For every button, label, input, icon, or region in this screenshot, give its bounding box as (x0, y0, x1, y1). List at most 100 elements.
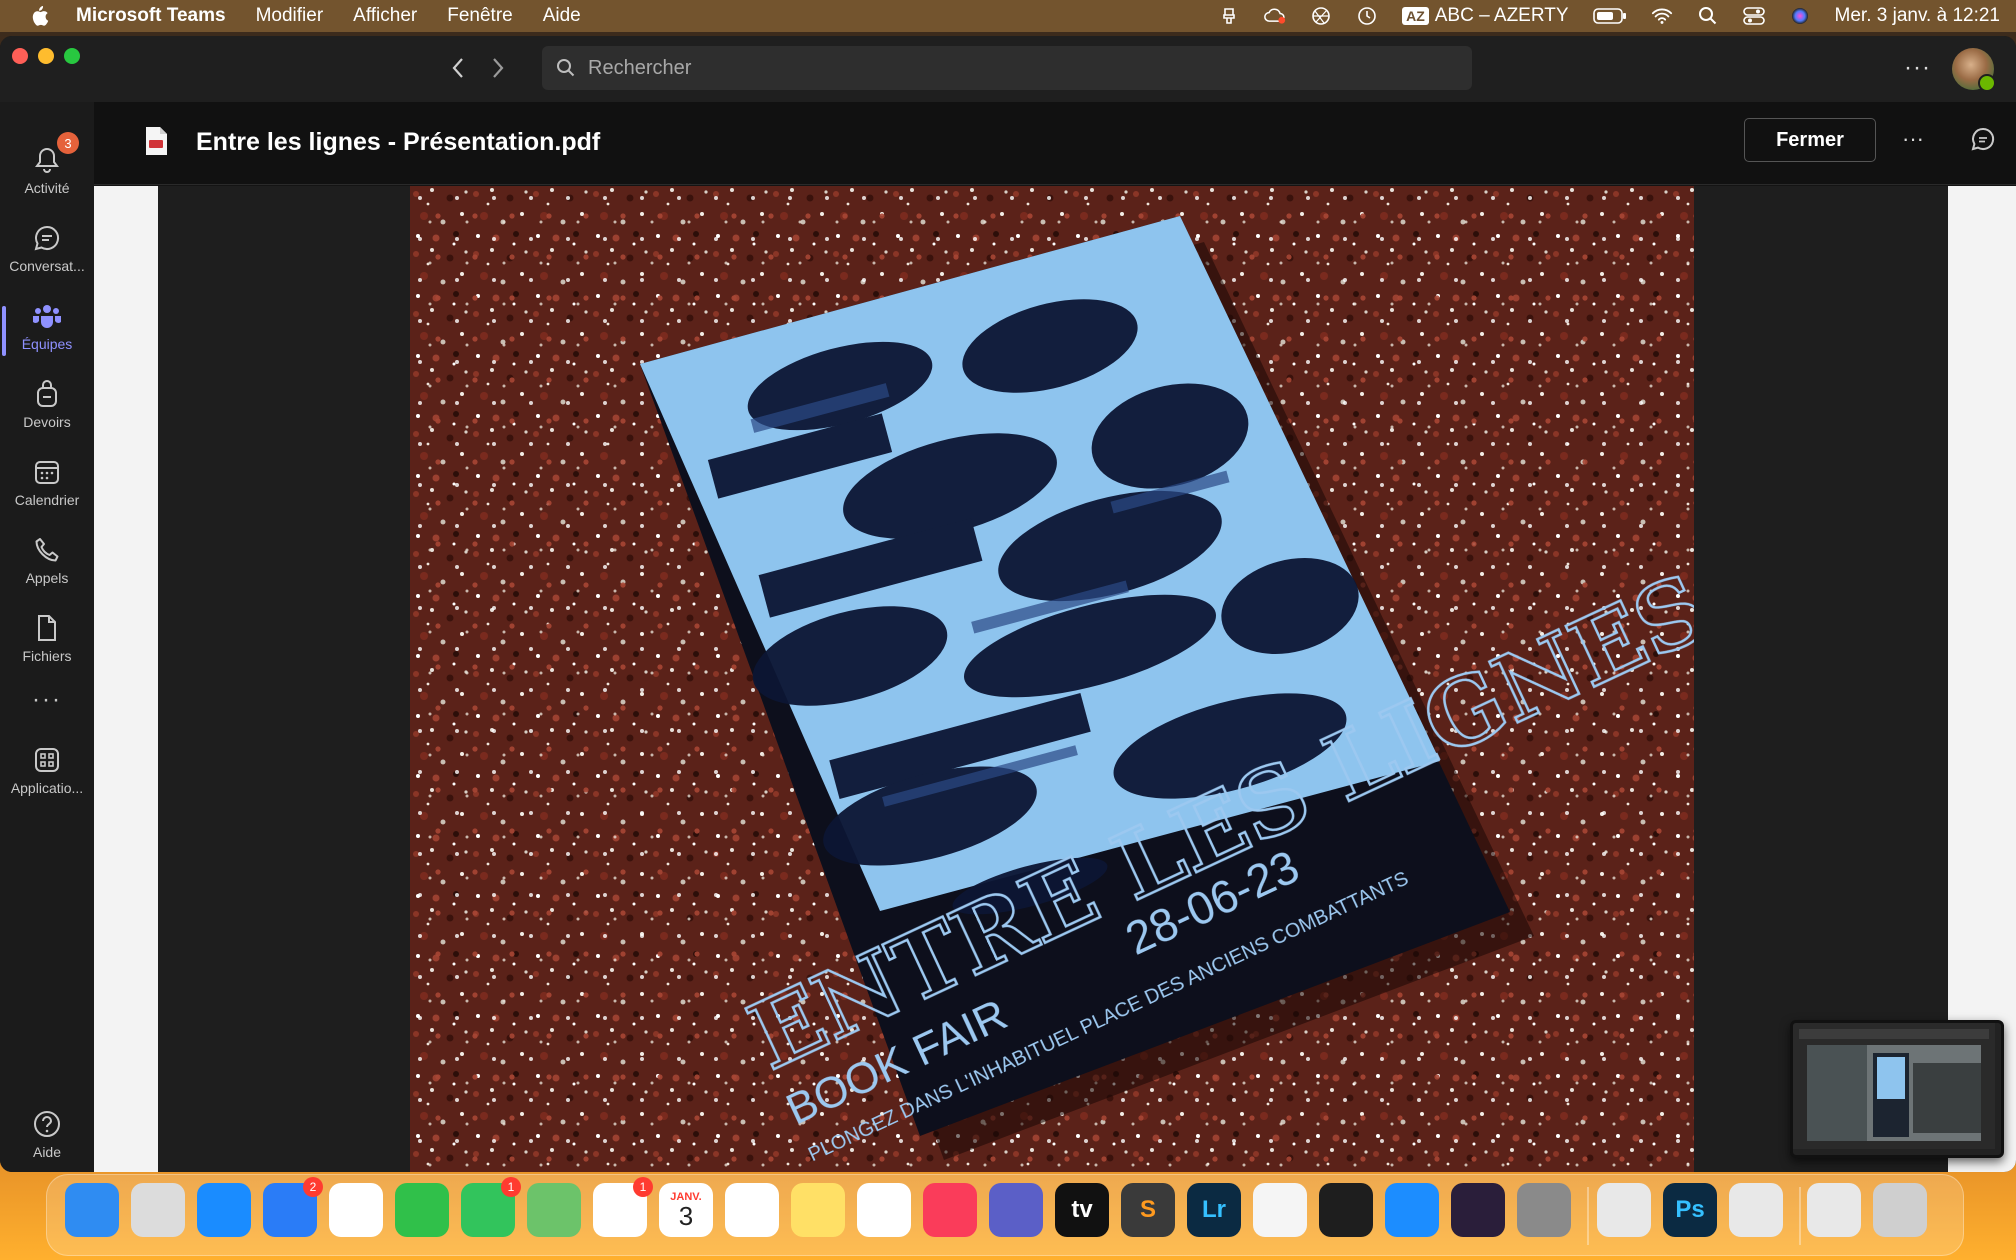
heart-icon[interactable] (1451, 1183, 1505, 1237)
battery-icon[interactable] (1592, 5, 1627, 27)
backpack-icon (31, 378, 63, 410)
avatar[interactable] (1952, 48, 1996, 92)
rail-item-activite[interactable]: 3 Activité (0, 132, 94, 214)
apple-icon[interactable] (26, 3, 52, 29)
notes-icon[interactable] (791, 1183, 845, 1237)
lightroom-icon[interactable]: Lr (1187, 1183, 1241, 1237)
rail-label: Équipes (21, 336, 73, 352)
siri-icon[interactable] (1789, 5, 1811, 27)
dock-separator (1799, 1187, 1801, 1245)
menu-bar: Microsoft Teams Modifier Afficher Fenêtr… (0, 0, 2016, 32)
file-more-icon[interactable]: ··· (1902, 126, 1924, 152)
chrome-icon[interactable] (329, 1183, 383, 1237)
photos-icon[interactable]: 1 (593, 1177, 653, 1237)
rail-label: Applicatio... (10, 780, 84, 796)
spotlight-search-icon[interactable] (1697, 5, 1719, 27)
calendar-day: 3 (678, 1201, 694, 1231)
bell-icon: 3 (31, 132, 79, 176)
rail-label: Aide (32, 1144, 62, 1160)
calendar-icon (31, 456, 63, 488)
menu-modifier[interactable]: Modifier (256, 5, 324, 27)
forward-chevron-icon[interactable] (484, 52, 512, 84)
reminders-icon[interactable] (725, 1183, 779, 1237)
file-icon (31, 612, 63, 644)
teams-app-icon[interactable] (989, 1183, 1043, 1237)
dock-badge: 1 (633, 1177, 653, 1197)
rail-label: Activité (24, 180, 70, 196)
conversation-icon[interactable] (1968, 124, 1998, 154)
safari-icon[interactable] (197, 1183, 251, 1237)
rail-item-equipes[interactable]: Équipes (0, 300, 94, 370)
screenshot-stack-icon[interactable] (1807, 1183, 1861, 1237)
rail-label: Calendrier (14, 492, 80, 508)
preview-icon[interactable] (1729, 1183, 1783, 1237)
dock-badge: 2 (303, 1177, 323, 1197)
time-machine-icon[interactable] (1356, 5, 1378, 27)
rail-item-calendrier[interactable]: Calendrier (0, 456, 94, 526)
rail-item-devoirs[interactable]: Devoirs (0, 378, 94, 448)
control-center-icon[interactable] (1742, 5, 1765, 27)
window-close-button[interactable] (12, 48, 28, 64)
file-header: Entre les lignes - Présentation.pdf Ferm… (94, 102, 2016, 185)
phone-icon (31, 534, 63, 566)
dock: 2 1 1 JANV. 3 tv S Lr Ps (46, 1174, 1964, 1256)
back-chevron-icon[interactable] (444, 52, 472, 84)
apps-grid-icon (31, 744, 63, 776)
appstore-icon[interactable] (1385, 1183, 1439, 1237)
rail-item-conversations[interactable]: Conversat... (0, 222, 94, 292)
menu-aide[interactable]: Aide (543, 5, 581, 27)
menubar-clock[interactable]: Mer. 3 janv. à 12:21 (1835, 5, 2000, 27)
figma-icon[interactable] (1319, 1183, 1373, 1237)
sublime-icon[interactable]: S (1121, 1183, 1175, 1237)
dock-icon-label: S (1139, 1196, 1156, 1223)
dock-badge: 1 (501, 1177, 521, 1197)
rail-item-appels[interactable]: Appels (0, 534, 94, 604)
rail-item-fichiers[interactable]: Fichiers (0, 612, 94, 682)
trash-icon[interactable] (1873, 1183, 1927, 1237)
maps-icon[interactable] (527, 1183, 581, 1237)
pdf-page: ENTRE LES LIGNES BOOK FAIR 28-06-23 PLON… (158, 186, 1948, 1172)
rail-more-icon[interactable]: ··· (0, 686, 94, 714)
photoshop-icon[interactable]: Ps (1663, 1183, 1717, 1237)
keyboard-layout[interactable]: AZ ABC – AZERTY (1402, 5, 1569, 27)
document-viewer[interactable]: ENTRE LES LIGNES BOOK FAIR 28-06-23 PLON… (94, 186, 2016, 1172)
menu-fenetre[interactable]: Fenêtre (447, 5, 512, 27)
appletv-icon[interactable]: tv (1055, 1183, 1109, 1237)
rail-label: Appels (25, 570, 69, 586)
file-title: Entre les lignes - Présentation.pdf (196, 128, 601, 156)
window-zoom-button[interactable] (64, 48, 80, 64)
settings-icon[interactable] (1517, 1183, 1571, 1237)
window-minimize-button[interactable] (38, 48, 54, 64)
close-file-button[interactable]: Fermer (1744, 118, 1876, 162)
search-input[interactable] (586, 55, 1450, 81)
aperture-icon[interactable] (1310, 5, 1332, 27)
menubar-mic-app-icon[interactable] (1218, 5, 1240, 27)
cleanmymac-icon[interactable] (1597, 1183, 1651, 1237)
rail-label: Devoirs (23, 414, 71, 430)
poster-photo: ENTRE LES LIGNES BOOK FAIR 28-06-23 PLON… (410, 186, 1694, 1172)
teams-window: ··· 3 Activité Conversat... Équipes (0, 36, 2016, 1172)
wifi-icon[interactable] (1651, 5, 1673, 27)
search-bar[interactable] (542, 46, 1472, 90)
help-icon (31, 1108, 63, 1140)
dock-icon-label: Ps (1675, 1196, 1705, 1223)
calendar-app-icon[interactable]: JANV. 3 (659, 1183, 713, 1237)
menu-afficher[interactable]: Afficher (353, 5, 417, 27)
freeform-icon[interactable] (857, 1183, 911, 1237)
blender-icon[interactable] (1253, 1183, 1307, 1237)
music-icon[interactable] (923, 1183, 977, 1237)
rail-item-aide[interactable]: Aide (0, 1108, 94, 1172)
messages-icon[interactable]: 1 (461, 1177, 521, 1237)
facetime-icon[interactable] (395, 1183, 449, 1237)
finder-icon[interactable] (65, 1183, 119, 1237)
screen-preview-thumbnail[interactable] (1790, 1020, 2004, 1158)
dock-separator (1587, 1187, 1589, 1245)
launchpad-icon[interactable] (131, 1183, 185, 1237)
creative-cloud-icon[interactable] (1264, 5, 1286, 27)
settings-more-icon[interactable]: ··· (1904, 54, 1931, 82)
rail-item-applications[interactable]: Applicatio... (0, 744, 94, 814)
rail-label: Conversat... (9, 258, 85, 274)
pdf-file-icon (144, 126, 168, 156)
mail-icon[interactable]: 2 (263, 1177, 323, 1237)
menu-app-name[interactable]: Microsoft Teams (76, 5, 226, 27)
